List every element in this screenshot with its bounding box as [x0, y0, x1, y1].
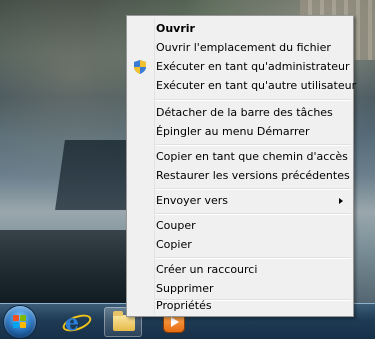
- menu-item-label: Supprimer: [156, 282, 214, 295]
- start-button[interactable]: [4, 306, 36, 338]
- menu-item-label: Exécuter en tant qu'administrateur: [156, 60, 350, 73]
- context-menu: Ouvrir Ouvrir l'emplacement du fichier E…: [126, 15, 356, 317]
- menu-separator: [155, 99, 351, 101]
- menu-item-label: Copier: [156, 238, 192, 251]
- internet-explorer-icon: e: [65, 310, 79, 336]
- uac-shield-icon: [134, 60, 146, 74]
- menu-item-cut[interactable]: Couper: [129, 216, 351, 236]
- menu-item-label: Propriétés: [156, 299, 212, 312]
- menu-item-label: Créer un raccourci: [156, 263, 258, 276]
- menu-item-run-as-admin[interactable]: Exécuter en tant qu'administrateur: [129, 57, 351, 77]
- menu-item-open-file-location[interactable]: Ouvrir l'emplacement du fichier: [129, 38, 351, 58]
- menu-item-send-to[interactable]: Envoyer vers: [129, 191, 351, 211]
- menu-separator: [155, 257, 351, 259]
- taskbar-internet-explorer[interactable]: e: [56, 307, 94, 337]
- menu-item-label: Envoyer vers: [156, 194, 228, 207]
- menu-item-copy[interactable]: Copier: [129, 235, 351, 255]
- menu-item-label: Copier en tant que chemin d'accès: [156, 150, 348, 163]
- windows-logo-icon: [13, 315, 27, 329]
- menu-item-label: Exécuter en tant qu'autre utilisateur: [156, 79, 357, 92]
- menu-separator: [155, 188, 351, 190]
- menu-item-unpin-taskbar[interactable]: Détacher de la barre des tâches: [129, 103, 351, 123]
- menu-item-run-as-other-user[interactable]: Exécuter en tant qu'autre utilisateur: [129, 76, 356, 96]
- menu-item-label: Ouvrir: [156, 22, 195, 35]
- menu-separator: [155, 213, 351, 215]
- menu-item-open[interactable]: Ouvrir: [129, 19, 351, 39]
- menu-item-create-shortcut[interactable]: Créer un raccourci: [129, 260, 351, 280]
- menu-item-label: Restaurer les versions précédentes: [156, 169, 350, 182]
- menu-item-label: Épingler au menu Démarrer: [156, 125, 310, 138]
- menu-separator: [155, 144, 351, 146]
- menu-item-label: Ouvrir l'emplacement du fichier: [156, 41, 331, 54]
- menu-item-label: Détacher de la barre des tâches: [156, 106, 333, 119]
- menu-item-label: Couper: [156, 219, 196, 232]
- folder-icon: [113, 311, 135, 331]
- menu-item-properties[interactable]: Propriétés: [129, 296, 351, 316]
- menu-item-restore-previous-versions[interactable]: Restaurer les versions précédentes: [129, 166, 351, 186]
- submenu-arrow-icon: [339, 198, 343, 204]
- menu-item-pin-start-menu[interactable]: Épingler au menu Démarrer: [129, 122, 351, 142]
- menu-item-copy-as-path[interactable]: Copier en tant que chemin d'accès: [129, 147, 351, 167]
